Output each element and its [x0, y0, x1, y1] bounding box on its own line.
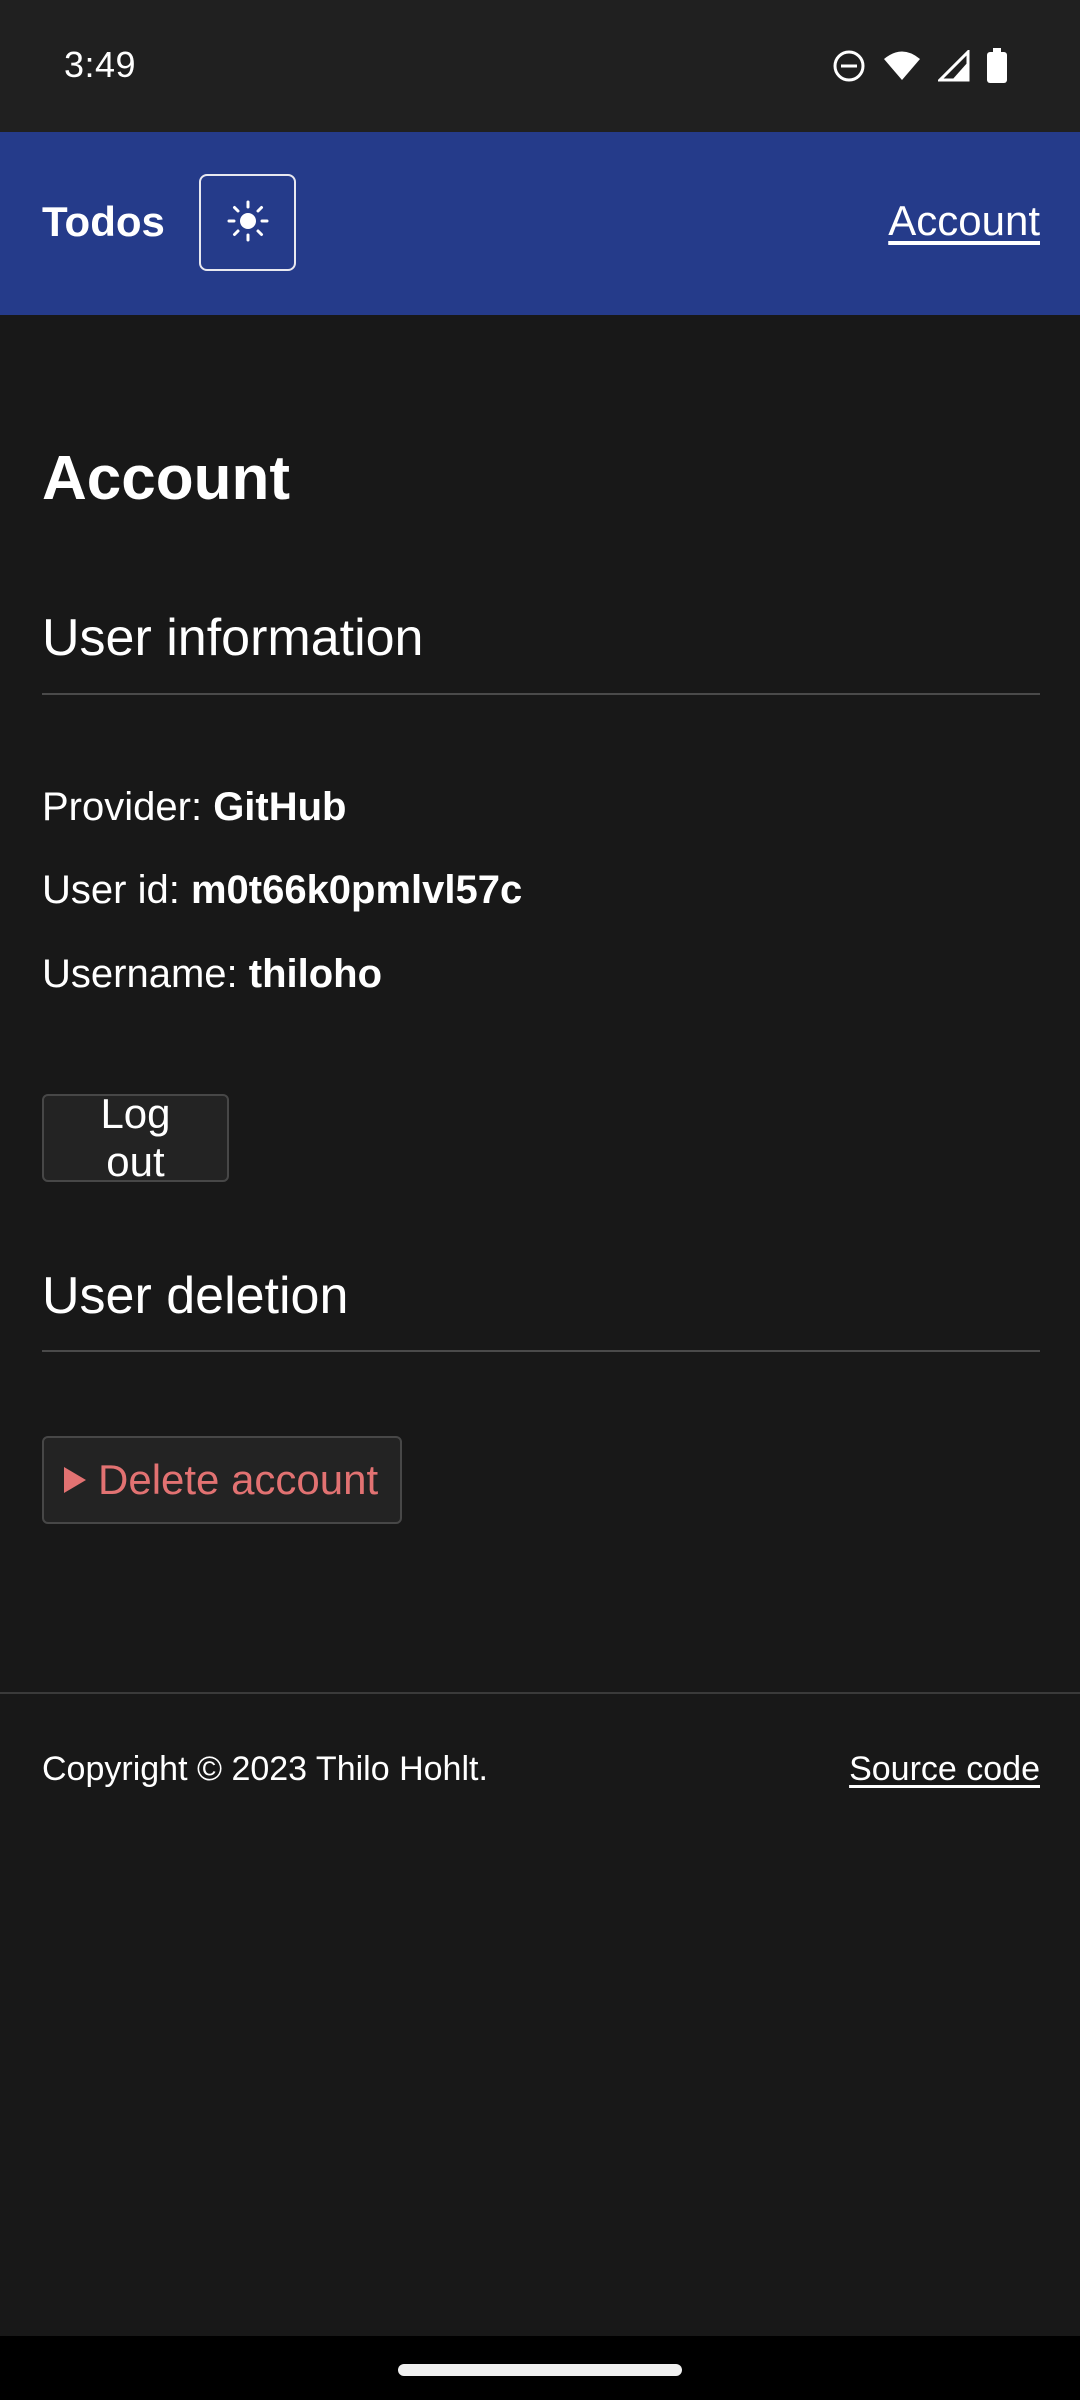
copyright-text: Copyright © 2023 Thilo Hohlt. [42, 1750, 488, 1788]
section-divider [42, 693, 1040, 695]
logout-button-label: Log out [100, 1090, 171, 1185]
battery-icon [986, 48, 1008, 84]
provider-value: GitHub [213, 785, 347, 829]
username-value: thiloho [248, 952, 383, 996]
do-not-disturb-icon [832, 49, 866, 83]
status-time: 3:49 [64, 44, 137, 85]
logout-button[interactable]: Log out [42, 1090, 229, 1185]
provider-label: Provider: [42, 785, 203, 829]
wifi-icon [882, 50, 922, 82]
status-bar: 3:49 [0, 0, 1080, 132]
user-deletion-heading: User deletion [42, 1267, 349, 1325]
delete-account-summary[interactable]: Delete account [42, 1436, 402, 1524]
username-row: Username: thiloho [42, 952, 382, 997]
provider-row: Provider: GitHub [42, 785, 347, 830]
cellular-signal-icon [938, 50, 970, 82]
disclosure-triangle-icon [64, 1467, 86, 1493]
user-id-row: User id: m0t66k0pmlvl57c [42, 868, 522, 913]
delete-account-label: Delete account [98, 1456, 379, 1503]
page-title: Account [42, 444, 290, 513]
section-divider [42, 1350, 1040, 1352]
brand-link[interactable]: Todos [42, 198, 165, 246]
source-code-link[interactable]: Source code [849, 1750, 1040, 1789]
theme-toggle-button[interactable] [199, 174, 296, 271]
username-label: Username: [42, 952, 238, 996]
user-information-heading: User information [42, 609, 424, 667]
user-id-label: User id: [42, 868, 180, 912]
home-indicator[interactable] [398, 2364, 682, 2376]
footer-divider [0, 1692, 1080, 1694]
status-icons [832, 48, 1008, 84]
account-nav-link[interactable]: Account [888, 197, 1040, 245]
app-header: Todos Account [0, 132, 1080, 315]
sun-icon [226, 199, 270, 246]
user-id-value: m0t66k0pmlvl57c [190, 868, 523, 912]
